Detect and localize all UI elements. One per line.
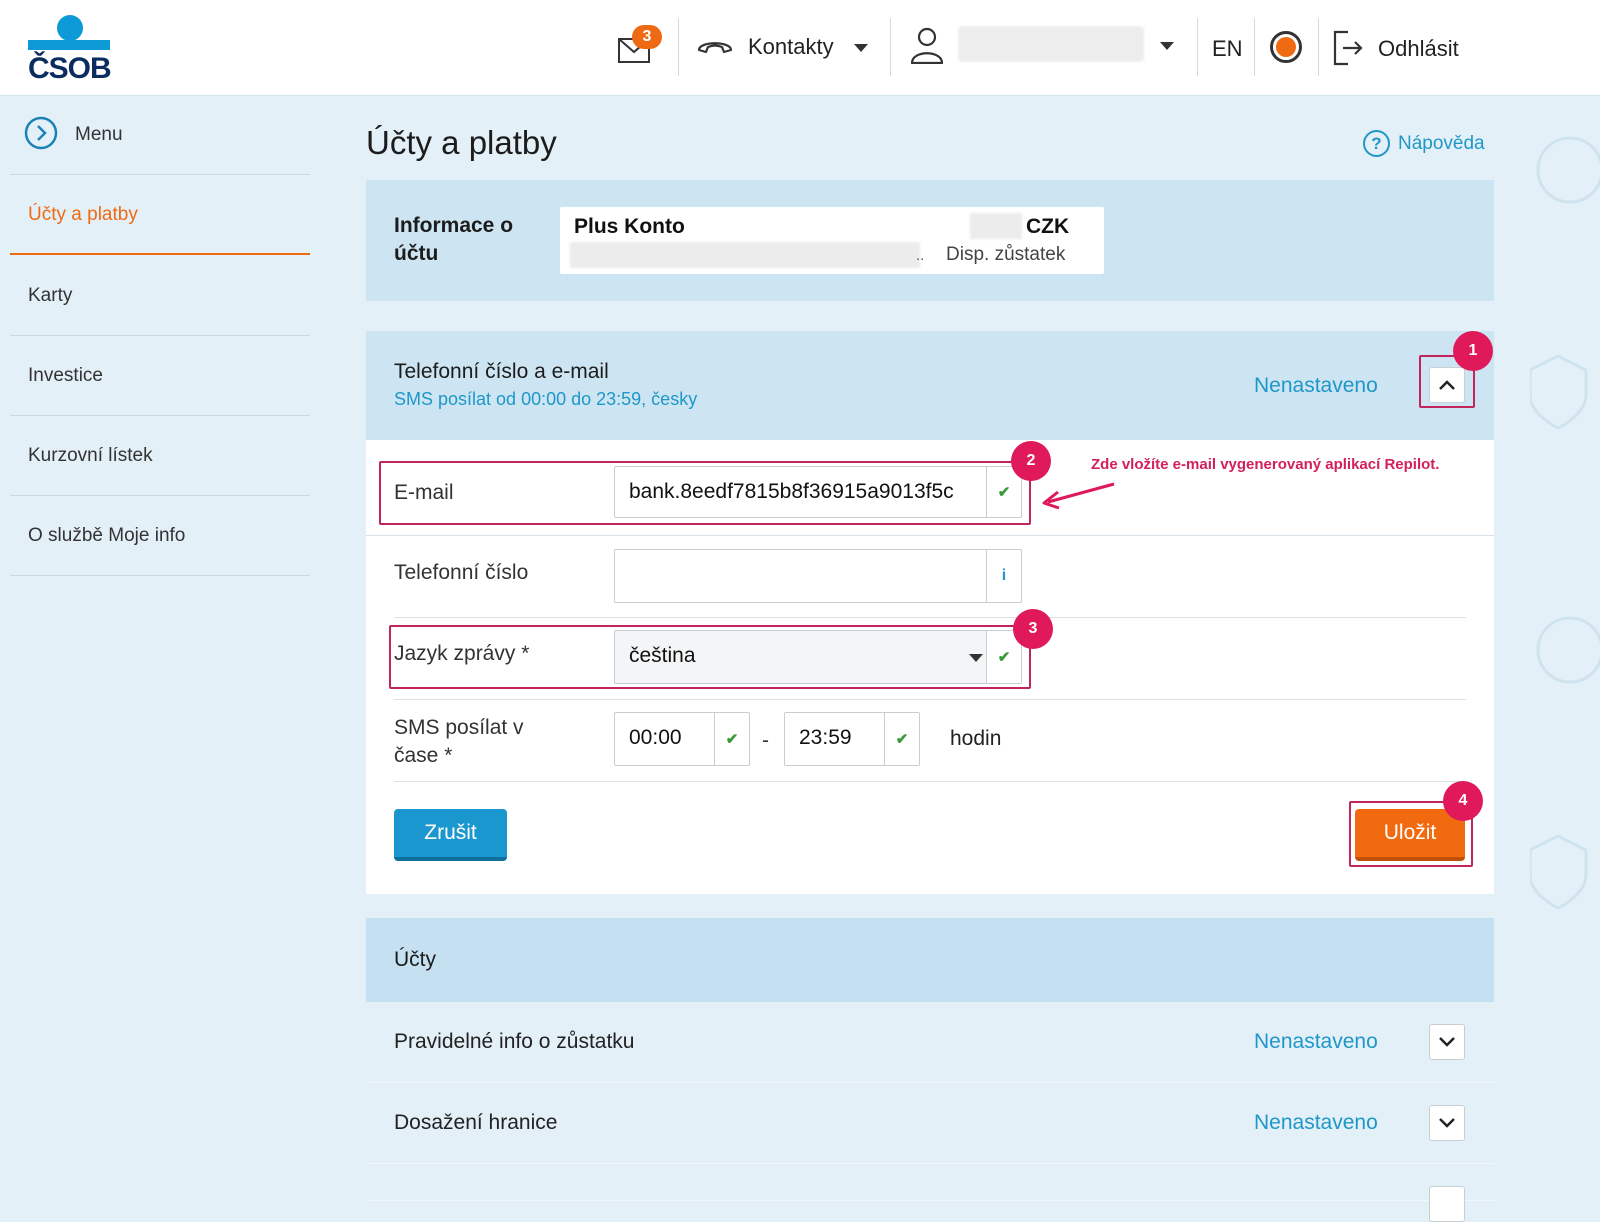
- expand-button[interactable]: [1429, 1105, 1465, 1141]
- account-number-redacted: [570, 242, 920, 268]
- annotation-note: Zde vložíte e-mail vygenerovaný aplikací…: [1091, 456, 1440, 473]
- sms-time-label: SMS posílat v čase *: [394, 716, 524, 767]
- annotation-badge-3: 3: [1013, 609, 1053, 649]
- header-divider: [1318, 18, 1319, 76]
- account-name: Plus Konto: [574, 215, 685, 238]
- sidebar: Menu Účty a platby Karty Investice Kurzo…: [0, 96, 320, 1200]
- annotation-highlight-email: [379, 461, 1031, 525]
- balance-info-status: Nenastaveno: [1254, 1030, 1378, 1053]
- contacts-label: Kontakty: [748, 34, 834, 59]
- messages-button[interactable]: 3: [612, 25, 666, 70]
- badge-number: 1: [1468, 342, 1478, 359]
- cancel-button[interactable]: Zrušit: [394, 809, 507, 861]
- sidebar-item-about-service[interactable]: O službě Moje info: [10, 496, 310, 576]
- contact-status: Nenastaveno: [1254, 374, 1378, 397]
- chevron-down-icon: [1439, 1037, 1455, 1047]
- sidebar-item-exchange-rates[interactable]: Kurzovní lístek: [10, 416, 310, 496]
- balance-info-label: Pravidelné info o zůstatku: [394, 1030, 635, 1053]
- badge-number: 3: [1028, 620, 1038, 637]
- time-from-value: 00:00: [629, 726, 682, 749]
- contact-section-subtitle: SMS posílat od 00:00 do 23:59, česky: [394, 389, 698, 409]
- time-to-value: 23:59: [799, 726, 852, 749]
- expand-button[interactable]: [1429, 1186, 1465, 1222]
- sms-time-row: [394, 699, 1466, 782]
- limit-reached-label: Dosažení hranice: [394, 1111, 558, 1134]
- account-info-label: Informace o účtu: [394, 214, 514, 265]
- messages-count: 3: [642, 28, 652, 45]
- logout-button[interactable]: Odhlásit: [1332, 26, 1472, 70]
- background-watermark-icon: [1530, 136, 1600, 910]
- phone-field[interactable]: i: [614, 549, 1022, 603]
- header-divider: [1197, 18, 1198, 76]
- contacts-dropdown[interactable]: Kontakty: [696, 28, 878, 68]
- time-from-field[interactable]: 00:00 ✔: [614, 712, 750, 766]
- header-divider: [1254, 18, 1255, 76]
- messages-count-badge: 3: [632, 25, 662, 49]
- menu-toggle[interactable]: Menu: [24, 116, 224, 150]
- account-selector[interactable]: Plus Konto .. CZK Disp. zůstatek: [560, 207, 1104, 274]
- account-number-ellipsis: ..: [916, 247, 925, 264]
- user-icon: [910, 27, 944, 64]
- logo-text: ČSOB: [28, 52, 112, 85]
- time-from-valid-icon: ✔: [714, 713, 749, 765]
- security-status-button[interactable]: [1270, 31, 1302, 63]
- help-label: Nápověda: [1398, 133, 1485, 154]
- contact-settings-panel: Telefonní číslo a e-mail SMS posílat od …: [366, 331, 1494, 894]
- annotation-badge-1: 1: [1453, 331, 1493, 371]
- badge-number: 2: [1026, 452, 1036, 469]
- contact-section-title: Telefonní číslo a e-mail: [394, 360, 609, 383]
- menu-label: Menu: [75, 124, 123, 145]
- list-item[interactable]: [366, 1164, 1494, 1222]
- chevron-down-icon: [854, 44, 868, 52]
- annotation-highlight-language: [389, 625, 1031, 689]
- annotation-badge-2: 2: [1011, 441, 1051, 481]
- list-item[interactable]: Dosažení hranice Nenastaveno: [366, 1083, 1494, 1164]
- header-divider: [678, 18, 679, 76]
- phone-label: Telefonní číslo: [394, 561, 529, 584]
- contact-section-header[interactable]: Telefonní číslo a e-mail SMS posílat od …: [366, 331, 1494, 440]
- phone-info-icon[interactable]: i: [986, 550, 1021, 602]
- chevron-right-circle-icon: [24, 116, 58, 150]
- csob-logo[interactable]: ČSOB: [28, 14, 112, 85]
- language-switch[interactable]: EN: [1212, 36, 1243, 62]
- balance-redacted: [970, 213, 1022, 239]
- user-menu-dropdown[interactable]: [910, 22, 1186, 74]
- page-title: Účty a platby: [366, 124, 557, 161]
- header-divider: [890, 18, 891, 76]
- expand-button[interactable]: [1429, 1024, 1465, 1060]
- balance-label: Disp. zůstatek: [946, 244, 1066, 265]
- account-info-panel: Informace o účtu Plus Konto .. CZK Disp.…: [366, 180, 1494, 301]
- time-range-dash: -: [762, 729, 769, 752]
- time-to-field[interactable]: 23:59 ✔: [784, 712, 920, 766]
- cancel-label: Zrušit: [424, 821, 477, 844]
- chevron-down-icon: [1160, 42, 1174, 50]
- question-circle-icon: ?: [1363, 130, 1390, 157]
- status-dot-icon: [1276, 37, 1296, 57]
- badge-number: 4: [1458, 792, 1468, 809]
- balance-currency: CZK: [1026, 215, 1070, 238]
- sidebar-item-cards[interactable]: Karty: [10, 256, 310, 336]
- list-item[interactable]: Pravidelné info o zůstatku Nenastaveno: [366, 1002, 1494, 1083]
- time-unit-label: hodin: [950, 727, 1002, 750]
- logout-label: Odhlásit: [1378, 36, 1459, 61]
- annotation-arrow-icon: [1042, 482, 1115, 510]
- info-icon: i: [1001, 567, 1007, 584]
- accounts-section-title: Účty: [394, 948, 436, 971]
- limit-reached-status: Nenastaveno: [1254, 1111, 1378, 1134]
- sidebar-item-investments[interactable]: Investice: [10, 336, 310, 416]
- accounts-section-header: Účty: [366, 918, 1494, 1002]
- user-name-redacted: [958, 26, 1144, 62]
- logout-icon: [1333, 30, 1363, 66]
- chevron-down-icon: [1439, 1118, 1455, 1128]
- help-link[interactable]: ? Nápověda: [1363, 130, 1493, 162]
- phone-handset-icon: [697, 42, 733, 54]
- time-to-valid-icon: ✔: [884, 713, 919, 765]
- sidebar-item-accounts-payments[interactable]: Účty a platby: [10, 175, 310, 255]
- annotation-badge-4: 4: [1443, 781, 1483, 821]
- top-header: ČSOB 3 Kontakty EN Odhlásit: [0, 0, 1600, 96]
